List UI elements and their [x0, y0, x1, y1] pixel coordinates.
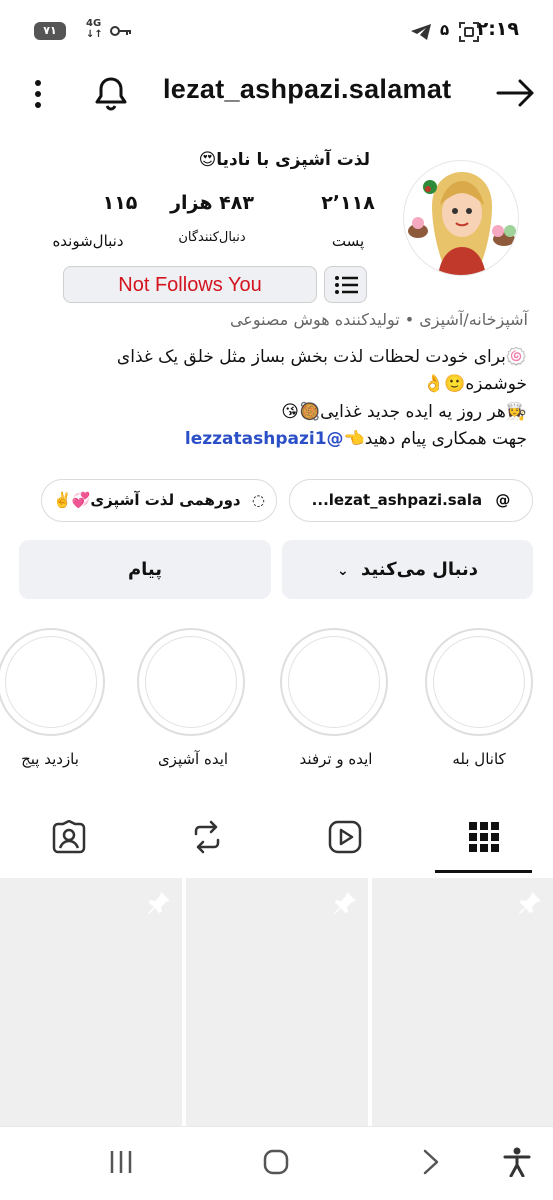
more-options-icon[interactable] — [28, 78, 48, 110]
highlight-item[interactable] — [0, 628, 105, 736]
username-title: lezat_ashpazi.salamat — [163, 74, 452, 104]
highlight-cover — [145, 636, 237, 728]
bio-line-3: 👩‍🍳هر روز یه ایده جدید غذایی🥘😘 — [281, 402, 527, 422]
highlight-item[interactable] — [137, 628, 245, 736]
highlight-cover — [5, 636, 97, 728]
screenshot-icon — [459, 22, 479, 42]
following-label: دنبال‌شونده — [52, 232, 124, 250]
profile-menu-button[interactable] — [324, 266, 367, 303]
clock: ۲:۱۹ — [476, 18, 519, 40]
reels-icon[interactable] — [328, 820, 362, 854]
bio-line-4: جهت همکاری پیام دهید👈@lezzatashpazi1 — [17, 426, 527, 452]
active-tab-indicator — [435, 870, 532, 873]
profile-avatar[interactable] — [403, 160, 519, 276]
posts-count[interactable]: ۲٬۱۱۸ — [288, 192, 408, 214]
pin-icon — [148, 892, 170, 914]
following-label: دنبال می‌کنید — [361, 559, 478, 580]
highlight-label: کانال بله — [452, 750, 506, 768]
notification-count: ۵ — [440, 21, 450, 39]
recent-apps-icon[interactable] — [108, 1149, 134, 1175]
telegram-icon — [411, 24, 431, 40]
notifications-bell-icon[interactable] — [92, 74, 130, 112]
repost-icon[interactable] — [190, 820, 224, 854]
profile-category: آشپزخانه/آشپزی • تولیدکننده هوش مصنوعی — [229, 310, 528, 329]
post-tile[interactable] — [186, 878, 368, 1126]
status-bar: ۷۱ 4G ↓↑ ۲:۱۹ ۵ — [0, 0, 553, 62]
broadcast-channel-chip[interactable]: ◌ دورهمی لذت آشپزی💞✌️ — [41, 479, 277, 522]
back-arrow-icon[interactable] — [496, 78, 536, 108]
highlight-item[interactable] — [280, 628, 388, 736]
bio-line-1: 🍥برای خودت لحظات لذت بخش بساز مثل خلق یک… — [116, 347, 527, 367]
following-count[interactable]: ۱۱۵ — [60, 192, 180, 214]
threads-icon: @ — [495, 491, 511, 509]
highlight-cover — [288, 636, 380, 728]
system-navigation-bar — [0, 1126, 553, 1200]
list-menu-icon — [335, 276, 358, 294]
network-indicator: 4G ↓↑ — [86, 18, 103, 40]
battery-indicator: ۷۱ — [34, 22, 66, 40]
not-follows-you-badge[interactable]: Not Follows You — [63, 266, 317, 303]
channel-label: دورهمی لذت آشپزی💞✌️ — [53, 491, 241, 509]
threads-link-label: lezat_ashpazi.sala... — [311, 491, 483, 509]
post-tile[interactable] — [372, 878, 553, 1126]
bio-link[interactable]: lezzatashpazi1 — [185, 429, 327, 449]
following-button[interactable]: دنبال می‌کنید ⌄ — [282, 540, 533, 599]
channel-chat-icon: ◌ — [251, 491, 265, 509]
threads-mention-icon: @ — [326, 429, 344, 449]
vpn-key-icon — [110, 26, 131, 36]
tagged-icon[interactable] — [52, 820, 86, 854]
avatar-illustration — [408, 172, 516, 275]
pin-icon — [519, 892, 541, 914]
bio-contact-text: جهت همکاری پیام دهید👈 — [343, 429, 527, 449]
highlight-label: ایده و ترفند — [299, 750, 373, 768]
posts-label: پست — [331, 232, 365, 250]
highlight-cover — [433, 636, 525, 728]
threads-link-chip[interactable]: @ lezat_ashpazi.sala... — [289, 479, 533, 522]
highlight-item[interactable] — [425, 628, 533, 736]
accessibility-icon[interactable] — [503, 1147, 531, 1177]
profile-display-name: لذت آشپزی با نادیا😍 — [198, 150, 370, 170]
grid-icon[interactable] — [468, 821, 500, 853]
back-nav-icon[interactable] — [420, 1149, 442, 1175]
pin-icon — [334, 892, 356, 914]
highlight-label: بازدید پیج — [21, 750, 79, 768]
bio-line-2: خوشمزه🙂👌 — [423, 374, 527, 394]
highlight-label: ایده آشپزی — [157, 750, 229, 768]
message-button[interactable]: پیام — [19, 540, 271, 599]
post-tile[interactable] — [0, 878, 182, 1126]
chevron-down-icon: ⌄ — [337, 563, 349, 579]
home-icon[interactable] — [262, 1148, 290, 1176]
followers-label: دنبال‌کنندگان — [178, 230, 246, 245]
